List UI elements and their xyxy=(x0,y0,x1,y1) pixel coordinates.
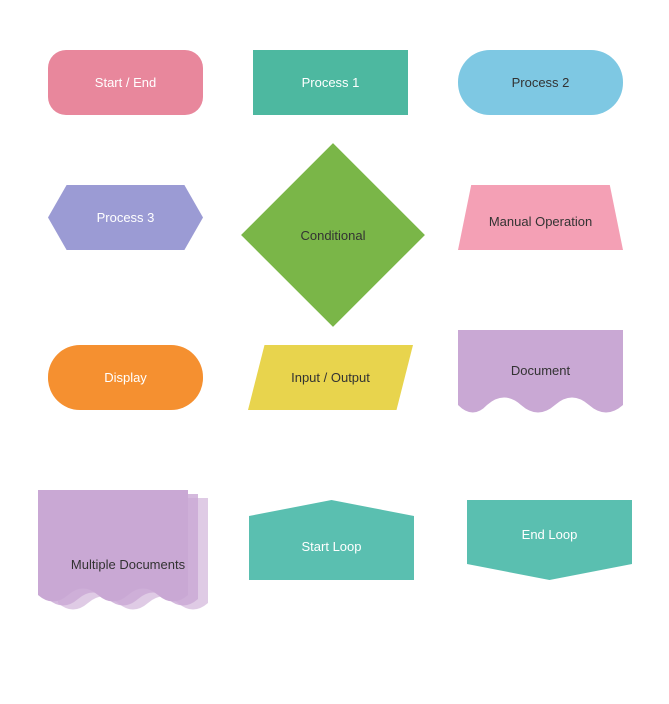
process3-label: Process 3 xyxy=(97,210,155,225)
end-loop-shape[interactable]: End Loop xyxy=(467,500,632,580)
process1-shape[interactable]: Process 1 xyxy=(253,50,408,115)
start-loop-label: Start Loop xyxy=(302,539,362,554)
end-loop-label: End Loop xyxy=(522,527,578,542)
process3-shape[interactable]: Process 3 xyxy=(48,185,203,250)
document-shape[interactable]: Document xyxy=(458,330,623,425)
display-shape[interactable]: Display xyxy=(48,345,203,410)
document-label: Document xyxy=(458,363,623,378)
process1-label: Process 1 xyxy=(302,75,360,90)
start-end-label: Start / End xyxy=(95,75,156,90)
display-label: Display xyxy=(104,370,147,385)
manual-op-shape[interactable]: Manual Operation xyxy=(458,185,623,250)
conditional-shape[interactable]: Conditional xyxy=(253,155,413,315)
input-output-label: Input / Output xyxy=(291,370,370,385)
process2-label: Process 2 xyxy=(512,75,570,90)
canvas: Start / End Process 1 Process 2 Process … xyxy=(0,0,669,704)
input-output-shape[interactable]: Input / Output xyxy=(248,345,413,410)
start-loop-shape[interactable]: Start Loop xyxy=(249,500,414,580)
multi-doc-shape[interactable]: Multiple Documents xyxy=(38,490,218,630)
multi-doc-label: Multiple Documents xyxy=(38,557,218,572)
conditional-label: Conditional xyxy=(253,228,413,243)
process2-shape[interactable]: Process 2 xyxy=(458,50,623,115)
start-end-shape[interactable]: Start / End xyxy=(48,50,203,115)
manual-op-label: Manual Operation xyxy=(489,214,592,229)
